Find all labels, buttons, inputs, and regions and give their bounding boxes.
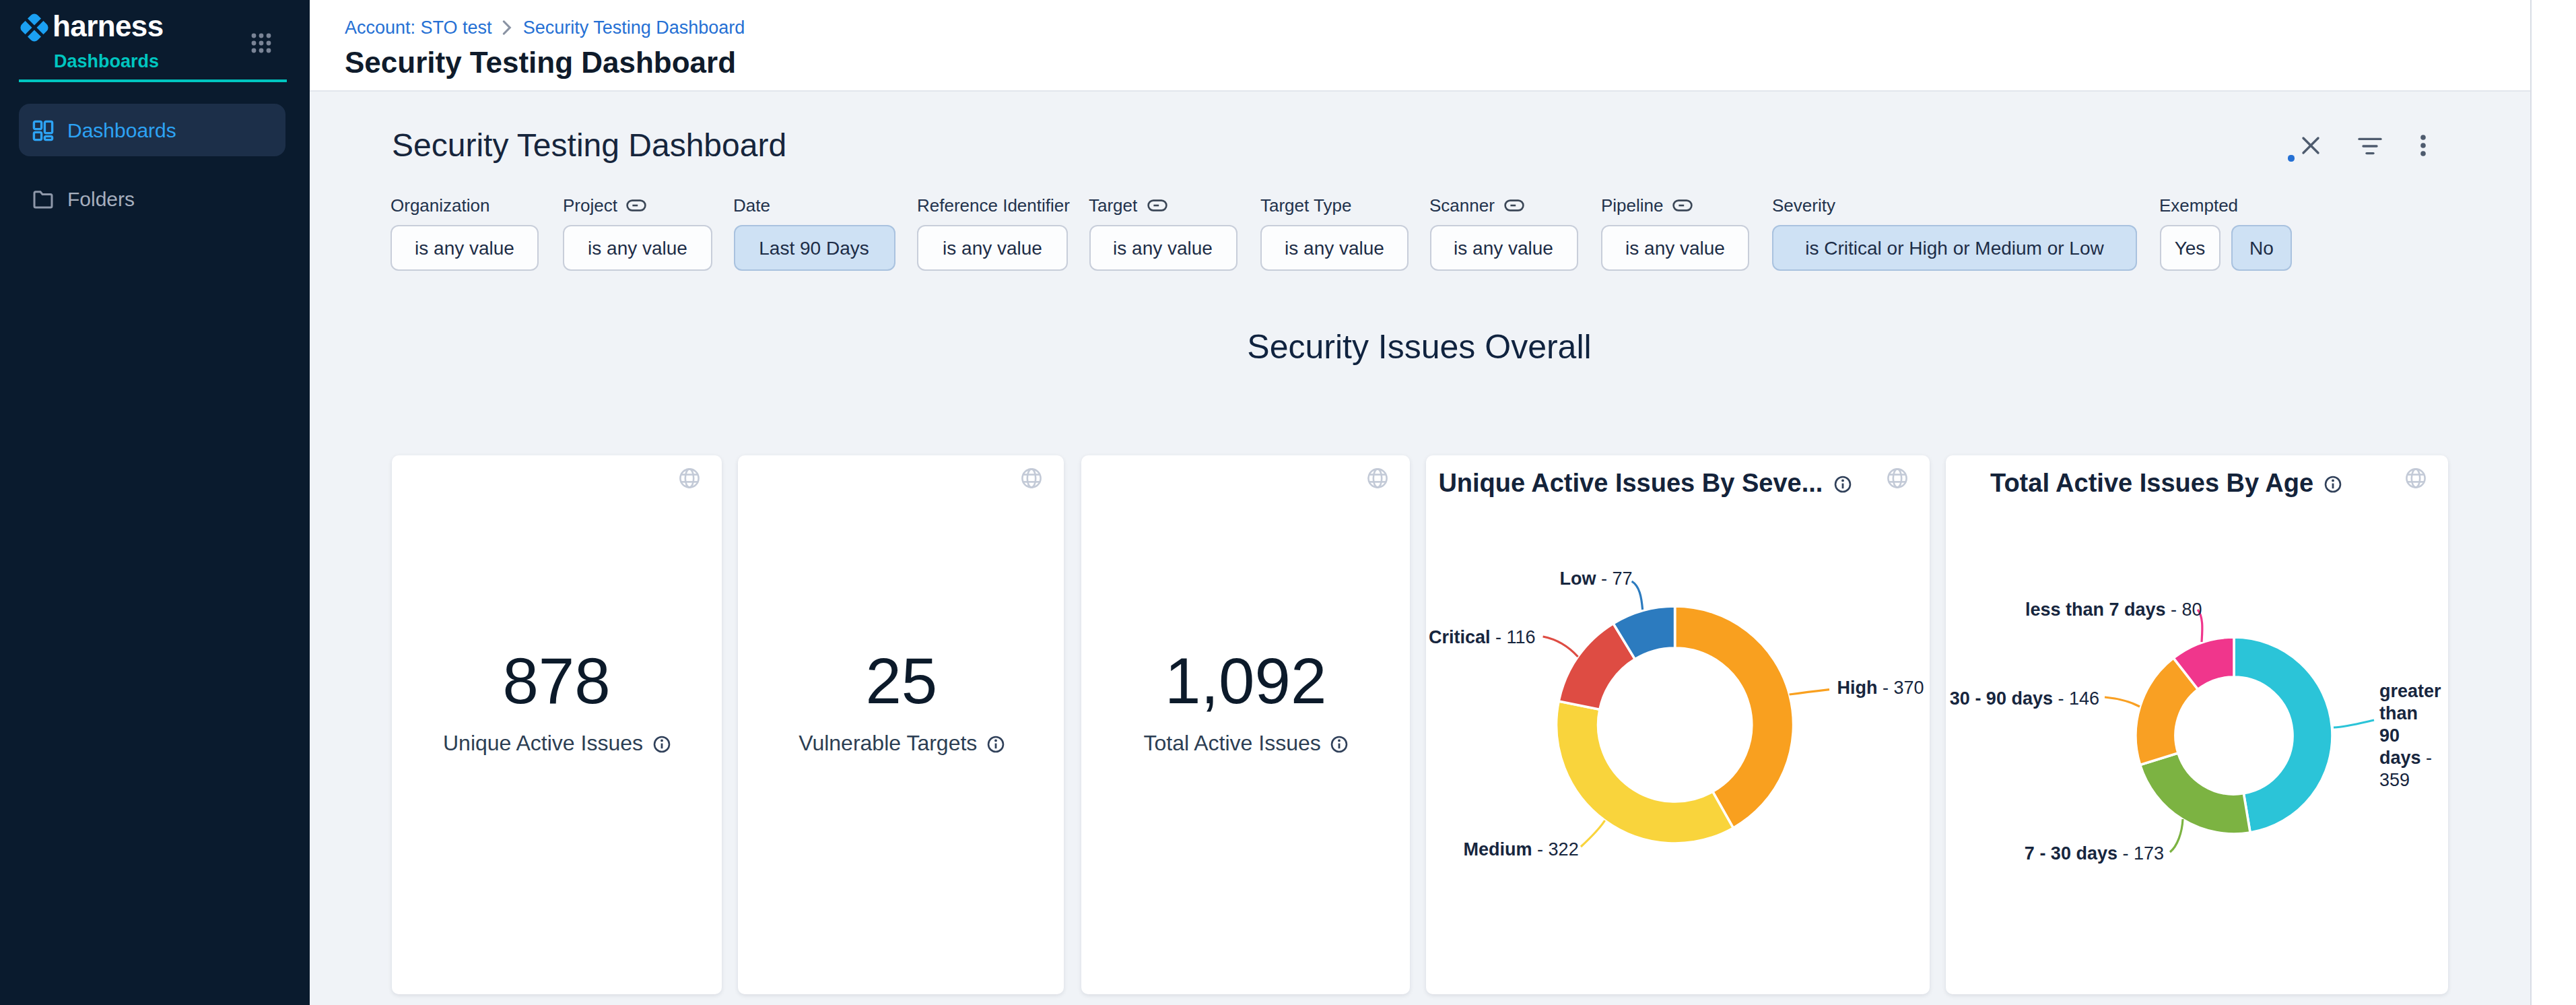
label-connector [2170, 819, 2183, 852]
sidebar-item-folders[interactable]: Folders [19, 172, 285, 225]
sidebar-item-label: Folders [67, 172, 135, 225]
app-root: harness Dashboards Dashboards [0, 0, 2576, 1005]
slice-label: Medium - 322 [1464, 839, 1579, 860]
chart-card-issues-by-age: Total Active Issues By Age greaterthan90… [1946, 455, 2448, 994]
sidebar-item-label: Dashboards [67, 104, 176, 156]
slice-label: less than 7 days - 80 [2025, 599, 2202, 620]
slice-label: Low - 77 [1560, 569, 1633, 589]
filter-label: Date [733, 195, 770, 216]
filter-label: Project [563, 195, 647, 216]
globe-icon [679, 467, 700, 488]
slice-label: 30 - 90 days - 146 [1950, 688, 2099, 709]
filter-chip-severity[interactable]: is Critical or High or Medium or Low [1772, 225, 2137, 271]
slice-label: High - 370 [1837, 678, 1924, 698]
filter-chip-target[interactable]: is any value [1089, 225, 1237, 271]
breadcrumb-dashboard-link[interactable]: Security Testing Dashboard [523, 18, 745, 38]
sidebar: harness Dashboards Dashboards [0, 0, 310, 1005]
page-title: Security Testing Dashboard [345, 46, 736, 81]
slice-label: Critical - 116 [1429, 627, 1536, 647]
stat-card-vulnerable-targets: 25 Vulnerable Targets [739, 455, 1064, 994]
age-donut-chart[interactable]: greaterthan90days -359 7 - 30 days - 173 3… [1946, 455, 2448, 994]
filter-chip-pipeline[interactable]: is any value [1601, 225, 1749, 271]
filter-chip-scanner[interactable]: is any value [1429, 225, 1578, 271]
severity-donut-chart[interactable]: High - 370 Medium - 322 Critical - 116 Low … [1426, 455, 1930, 994]
filter-chip-target-type[interactable]: is any value [1260, 225, 1409, 271]
info-icon[interactable] [1330, 735, 1348, 752]
slice-label: greaterthan90days -359 [2379, 681, 2441, 790]
label-connector [1543, 637, 1578, 657]
chart-card-issues-by-severity: Unique Active Issues By Seve... High - 3… [1426, 455, 1930, 994]
donut-slice-7---30-days[interactable] [2140, 753, 2250, 834]
filter-toggle-no[interactable]: No [2231, 225, 2292, 271]
scrollbar-gutter[interactable] [2530, 0, 2576, 1005]
label-connector [1632, 581, 1643, 610]
stat-value: 25 [739, 641, 1064, 722]
breadcrumb-account-link[interactable]: Account: STO test [345, 18, 492, 38]
stat-label: Total Active Issues [1081, 732, 1411, 756]
brand-name[interactable]: harness [53, 9, 164, 44]
filter-label: Pipeline [1601, 195, 1693, 216]
donut-slice-medium[interactable] [1557, 701, 1734, 843]
info-icon[interactable] [652, 735, 670, 752]
filter-chip-date[interactable]: Last 90 Days [733, 225, 895, 271]
section-title: Security Issues Overall [391, 327, 2448, 366]
filter-icon[interactable] [2358, 137, 2382, 155]
dashboards-icon [32, 119, 54, 141]
filter-label: Reference Identifier [917, 195, 1070, 216]
label-connector [1581, 820, 1605, 847]
filter-chip-organization[interactable]: is any value [391, 225, 539, 271]
notification-dot [2288, 155, 2294, 161]
donut-slice-greater-than-90-days[interactable] [2234, 637, 2332, 833]
filter-label: Severity [1772, 195, 1835, 216]
filter-label: Target [1089, 195, 1167, 216]
filter-chip-reference-identifier[interactable]: is any value [917, 225, 1068, 271]
label-connector [2105, 697, 2140, 707]
dashboard-title: Security Testing Dashboard [392, 127, 786, 164]
chevron-right-icon [503, 20, 512, 35]
stat-label: Vulnerable Targets [739, 732, 1064, 756]
stat-card-total-active-issues: 1,092 Total Active Issues [1081, 455, 1411, 994]
sidebar-item-dashboards[interactable]: Dashboards [19, 104, 285, 156]
sidebar-divider [19, 79, 287, 82]
filter-toggle-yes[interactable]: Yes [2159, 225, 2221, 271]
harness-logo-icon[interactable] [18, 11, 51, 44]
label-connector [2334, 720, 2374, 727]
stat-card-unique-active-issues: 878 Unique Active Issues [391, 455, 722, 994]
globe-icon [1021, 467, 1043, 488]
module-name: Dashboards [54, 51, 159, 71]
info-icon[interactable] [986, 735, 1004, 752]
stat-label: Unique Active Issues [391, 732, 722, 756]
stat-value: 1,092 [1081, 641, 1411, 722]
filter-label: Exempted [2159, 195, 2238, 216]
filter-label: Scanner [1429, 195, 1524, 216]
folder-icon [32, 188, 54, 209]
slice-label: 7 - 30 days - 173 [2025, 843, 2164, 864]
label-connector [1790, 690, 1829, 694]
top-header: Account: STO test Security Testing Dashb… [310, 0, 2576, 92]
filter-label: Organization [391, 195, 489, 216]
breadcrumb: Account: STO test Security Testing Dashb… [345, 18, 745, 38]
donut-slice-high[interactable] [1675, 606, 1794, 828]
apps-grid-icon[interactable] [250, 32, 272, 54]
filter-label: Target Type [1260, 195, 1351, 216]
filter-chip-project[interactable]: is any value [563, 225, 712, 271]
stat-value: 878 [391, 641, 722, 722]
globe-icon [1367, 467, 1389, 488]
close-icon[interactable] [2301, 136, 2320, 155]
kebab-menu-icon[interactable] [2419, 135, 2426, 156]
